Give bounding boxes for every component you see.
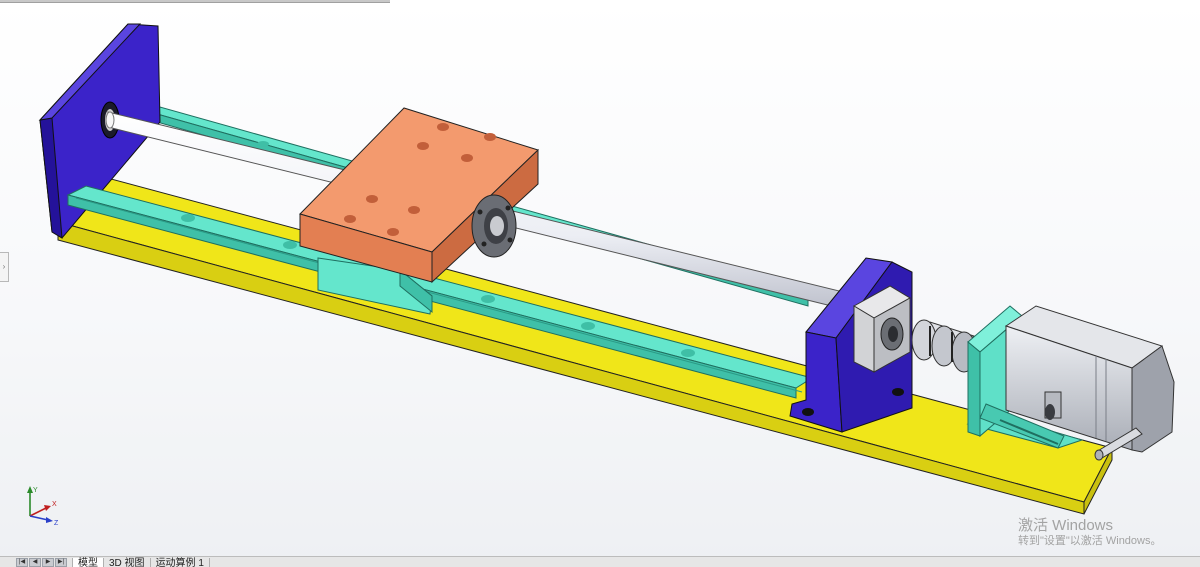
activation-watermark: 激活 Windows 转到"设置"以激活 Windows。 bbox=[1018, 517, 1162, 548]
ball-nut bbox=[471, 194, 517, 258]
carriage-plate bbox=[299, 107, 539, 284]
graphics-viewport[interactable]: › Y X Z 激活 Windows 转到"设置"以激活 Windows。 bbox=[0, 0, 1200, 556]
coordinate-triad: Y X Z bbox=[27, 486, 59, 526]
triad-x-label: X bbox=[52, 501, 57, 508]
shaft-coupling bbox=[911, 319, 977, 373]
bottom-tab-bar: |◀ ◀ ▶ ▶| 模型 3D 视图 运动算例 1 bbox=[0, 556, 1200, 567]
triad-z-label: Z bbox=[54, 520, 59, 526]
watermark-subtitle: 转到"设置"以激活 Windows。 bbox=[1018, 535, 1162, 547]
watermark-title: 激活 Windows bbox=[1018, 517, 1114, 534]
triad-y-label: Y bbox=[33, 487, 38, 494]
linear-module-model[interactable] bbox=[0, 0, 1200, 556]
